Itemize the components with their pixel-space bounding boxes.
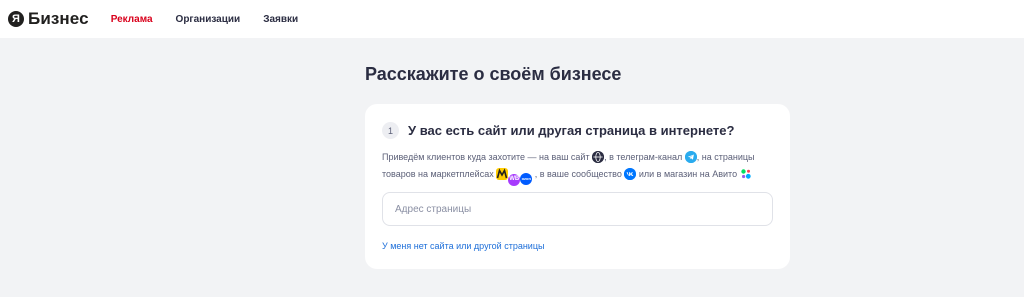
avito-icon: [740, 168, 752, 180]
page-title: Расскажите о своём бизнесе: [365, 64, 622, 84]
step-question: У вас есть сайт или другая страница в ин…: [408, 123, 735, 138]
desc-text-2: , в телеграм-канал: [604, 152, 683, 162]
main-nav: Реклама Организации Заявки: [111, 14, 321, 25]
step-card: 1 У вас есть сайт или другая страница в …: [365, 104, 790, 269]
no-site-link[interactable]: У меня нет сайта или другой страницы: [382, 241, 544, 251]
step-number-badge: 1: [382, 122, 399, 139]
desc-text-4: , в ваше сообщество: [534, 169, 622, 179]
desc-text-1: Приведём клиентов куда захотите — на ваш…: [382, 152, 590, 162]
yandex-business-logo[interactable]: Я Бизнес: [8, 9, 89, 29]
web-icon: [592, 151, 605, 163]
telegram-icon: [684, 151, 697, 163]
vk-icon: [624, 168, 637, 180]
desc-text-5: или в магазин на Авито: [638, 169, 738, 179]
nav-item-organizations[interactable]: Организации: [176, 14, 241, 25]
logo-text: Бизнес: [28, 9, 89, 28]
yandex-logo-icon: Я: [8, 11, 24, 27]
yandex-market-icon: [496, 168, 509, 180]
nav-item-requests[interactable]: Заявки: [263, 14, 298, 25]
page-address-input[interactable]: [382, 192, 773, 226]
wildberries-icon: WB: [508, 173, 521, 186]
nav-item-advertising[interactable]: Реклама: [111, 14, 153, 25]
top-navigation-bar: Я Бизнес Реклама Организации Заявки: [0, 0, 1024, 38]
step-description: Приведём клиентов куда захотите — на ваш…: [382, 149, 777, 186]
ozon-icon: ozon: [520, 172, 533, 185]
